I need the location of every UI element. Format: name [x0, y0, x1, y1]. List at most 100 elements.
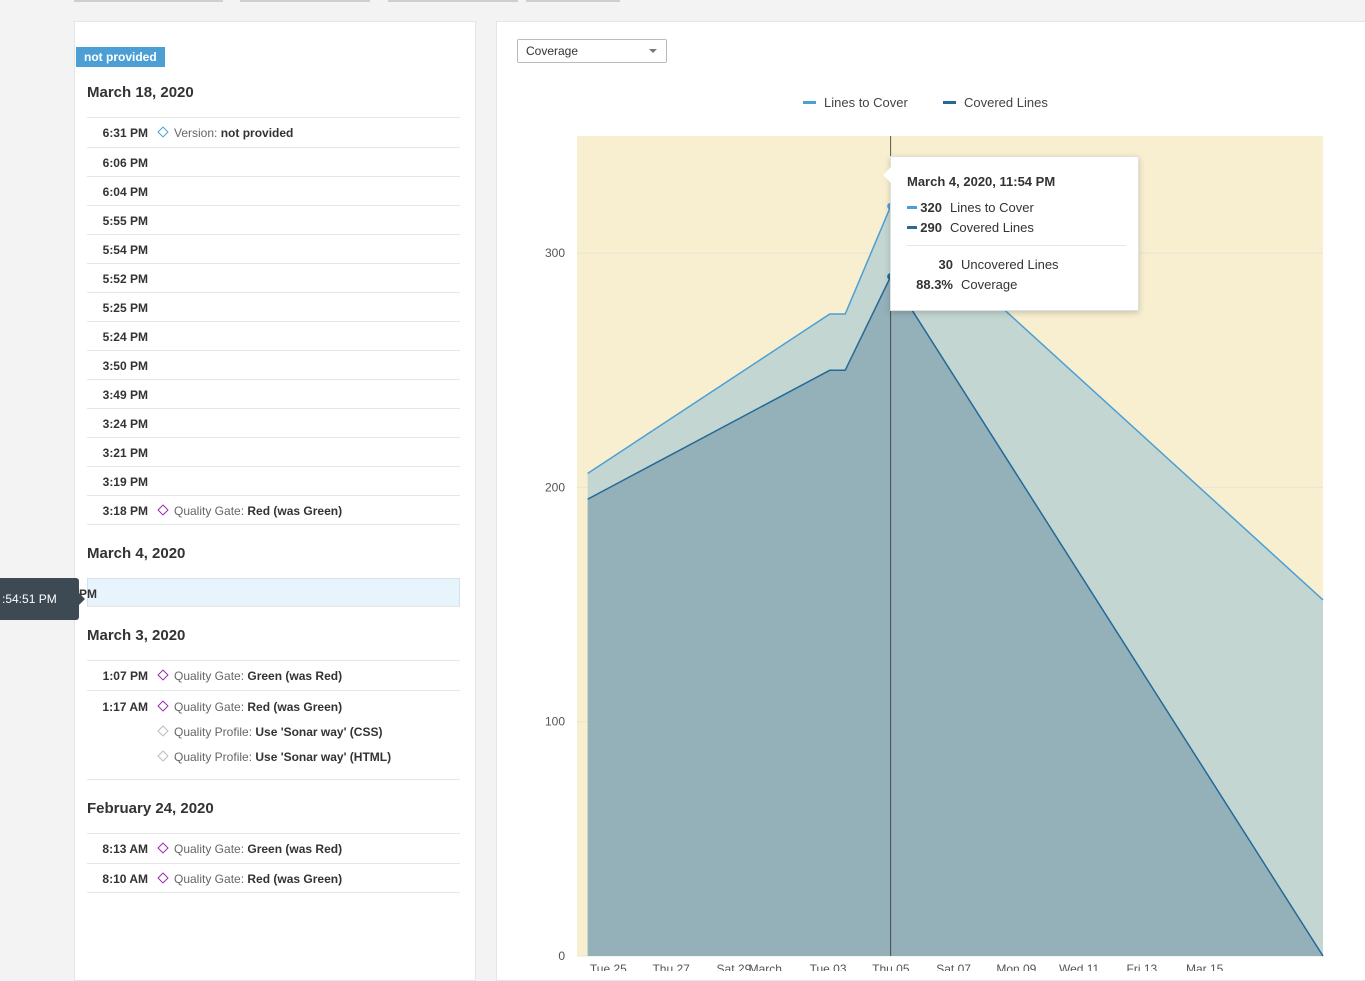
quality-gate-icon: [157, 504, 169, 516]
history-event: Quality Gate: Red (was Green): [157, 700, 343, 714]
version-icon: [157, 126, 169, 138]
version-badge: not provided: [76, 47, 165, 67]
y-tick-label: 0: [558, 949, 565, 963]
tooltip-swatch: [907, 226, 917, 229]
event-label: Version:: [174, 126, 218, 140]
history-event: Quality Gate: Green (was Red): [157, 669, 343, 683]
history-row[interactable]: 5:52 PM: [87, 263, 460, 292]
tooltip-row-uncovered-lines: 30 Uncovered Lines: [907, 257, 1059, 272]
tooltip-value: 30: [938, 257, 953, 272]
quality-gate-icon: [157, 872, 169, 884]
history-time: 8:13 AM: [102, 842, 148, 856]
history-date-heading: March 4, 2020: [87, 545, 186, 562]
history-time: 6:31 PM: [102, 126, 148, 140]
history-time: 8:10 AM: [102, 872, 148, 886]
history-row[interactable]: 3:19 PM: [87, 466, 460, 495]
x-tick-label: Tue 03: [810, 962, 847, 971]
history-time: 5:24 PM: [102, 330, 148, 344]
tooltip-value: 290: [920, 220, 942, 235]
quality-profile-icon: [157, 725, 169, 737]
history-row[interactable]: 5:24 PM: [87, 321, 460, 350]
x-tick-label: Fri 13: [1127, 962, 1158, 971]
x-tick-label: Sat 29: [717, 962, 752, 971]
history-event: Quality Profile: Use 'Sonar way' (HTML): [157, 750, 392, 764]
history-row[interactable]: 3:18 PM Quality Gate: Red (was Green): [87, 495, 460, 525]
history-row[interactable]: 5:25 PM: [87, 292, 460, 321]
project-history-panel: not provided March 18, 2020 6:31 PM Versio…: [46, 21, 476, 981]
history-row[interactable]: 3:21 PM: [87, 437, 460, 466]
history-time: 5:25 PM: [102, 301, 148, 315]
history-time: 6:06 PM: [102, 156, 148, 170]
quality-gate-icon: [157, 842, 169, 854]
x-tick-label: Mon 09: [996, 962, 1036, 971]
x-tick-label: March: [749, 962, 782, 971]
y-tick-label: 100: [545, 715, 565, 729]
history-date-heading: March 18, 2020: [87, 84, 194, 101]
event-label: Quality Gate:: [174, 504, 245, 518]
tooltip-label: Lines to Cover: [950, 200, 1034, 215]
coverage-chart[interactable]: 0 100 200 300 Tue 25 Thu 27 Sat 29March Tue 03 T…: [496, 0, 1365, 971]
tooltip-label: Uncovered Lines: [961, 257, 1059, 272]
x-tick-label: Tue 25: [590, 962, 627, 971]
event-label: Quality Profile:: [174, 725, 253, 739]
history-row[interactable]: 8:13 AM Quality Gate: Green (was Red): [87, 833, 460, 863]
y-tick-label: 300: [545, 246, 565, 260]
top-tab-2[interactable]: [240, 0, 370, 2]
event-value: not provided: [220, 126, 294, 140]
tooltip-value: 320: [920, 200, 942, 215]
x-tick-label: Thu 05: [872, 962, 910, 971]
history-event: Quality Gate: Green (was Red): [157, 842, 343, 856]
event-label: Quality Gate:: [174, 872, 245, 886]
event-value: Green (was Red): [247, 842, 343, 856]
history-row[interactable]: 11:54 PM: [46, 578, 460, 607]
tooltip-swatch: [907, 206, 917, 209]
history-row[interactable]: 8:10 AM Quality Gate: Red (was Green): [87, 863, 460, 893]
history-row[interactable]: 1:07 PM Quality Gate: Green (was Red): [87, 660, 460, 690]
history-time: 3:21 PM: [102, 446, 148, 460]
history-time: 3:50 PM: [102, 359, 148, 373]
event-value: Use 'Sonar way' (HTML): [255, 750, 392, 764]
history-row[interactable]: 6:06 PM: [87, 147, 460, 176]
history-time: 3:49 PM: [102, 388, 148, 402]
history-row[interactable]: 3:49 PM: [87, 379, 460, 408]
history-time: 5:52 PM: [102, 272, 148, 286]
event-value: Red (was Green): [247, 504, 343, 518]
history-row[interactable]: 3:50 PM: [87, 350, 460, 379]
quality-profile-icon: [157, 750, 169, 762]
x-tick-label: Sat 07: [936, 962, 971, 971]
tooltip-row-covered-lines: 290 Covered Lines: [907, 220, 1034, 235]
history-time: 6:04 PM: [102, 185, 148, 199]
history-row[interactable]: 6:31 PM Version: not provided: [87, 117, 460, 147]
event-value: Green (was Red): [247, 669, 343, 683]
history-time: 3:18 PM: [102, 504, 148, 518]
event-label: Quality Profile:: [174, 750, 253, 764]
history-event: Version: not provided: [157, 126, 294, 140]
event-label: Quality Gate:: [174, 842, 245, 856]
tooltip-row-coverage: 88.3% Coverage: [907, 277, 1017, 292]
history-row[interactable]: 5:55 PM: [87, 205, 460, 234]
x-tick-label: Wed 11: [1059, 962, 1100, 971]
history-row[interactable]: 3:24 PM: [87, 408, 460, 437]
history-time: 3:19 PM: [102, 475, 148, 489]
x-tick-label: Mar 15: [1186, 962, 1224, 971]
history-row[interactable]: 6:04 PM: [87, 176, 460, 205]
history-time: 3:24 PM: [102, 417, 148, 431]
history-date-heading: March 3, 2020: [87, 627, 186, 644]
x-tick-label: Thu 27: [652, 962, 690, 971]
history-time: 5:54 PM: [102, 243, 148, 257]
tooltip-row-lines-to-cover: 320 Lines to Cover: [907, 200, 1034, 215]
history-time: 5:55 PM: [102, 214, 148, 228]
top-tab-1[interactable]: [74, 0, 223, 2]
history-event: Quality Gate: Red (was Green): [157, 872, 342, 886]
tooltip-divider: [907, 245, 1126, 246]
tooltip-label: Covered Lines: [950, 220, 1034, 235]
quality-gate-icon: [157, 669, 169, 681]
history-date-heading: February 24, 2020: [87, 800, 214, 817]
tooltip-label: Coverage: [961, 277, 1018, 292]
event-label: Quality Gate:: [174, 700, 245, 714]
event-value: Red (was Green): [247, 700, 343, 714]
chart-tooltip: March 4, 2020, 11:54 PM 320 Lines to Cove…: [883, 156, 1139, 311]
history-row[interactable]: 1:17 AM Quality Gate: Red (was Green) Qual…: [87, 690, 460, 780]
history-row[interactable]: 5:54 PM: [87, 234, 460, 263]
hover-time-tooltip: :54:51 PM: [0, 578, 85, 620]
